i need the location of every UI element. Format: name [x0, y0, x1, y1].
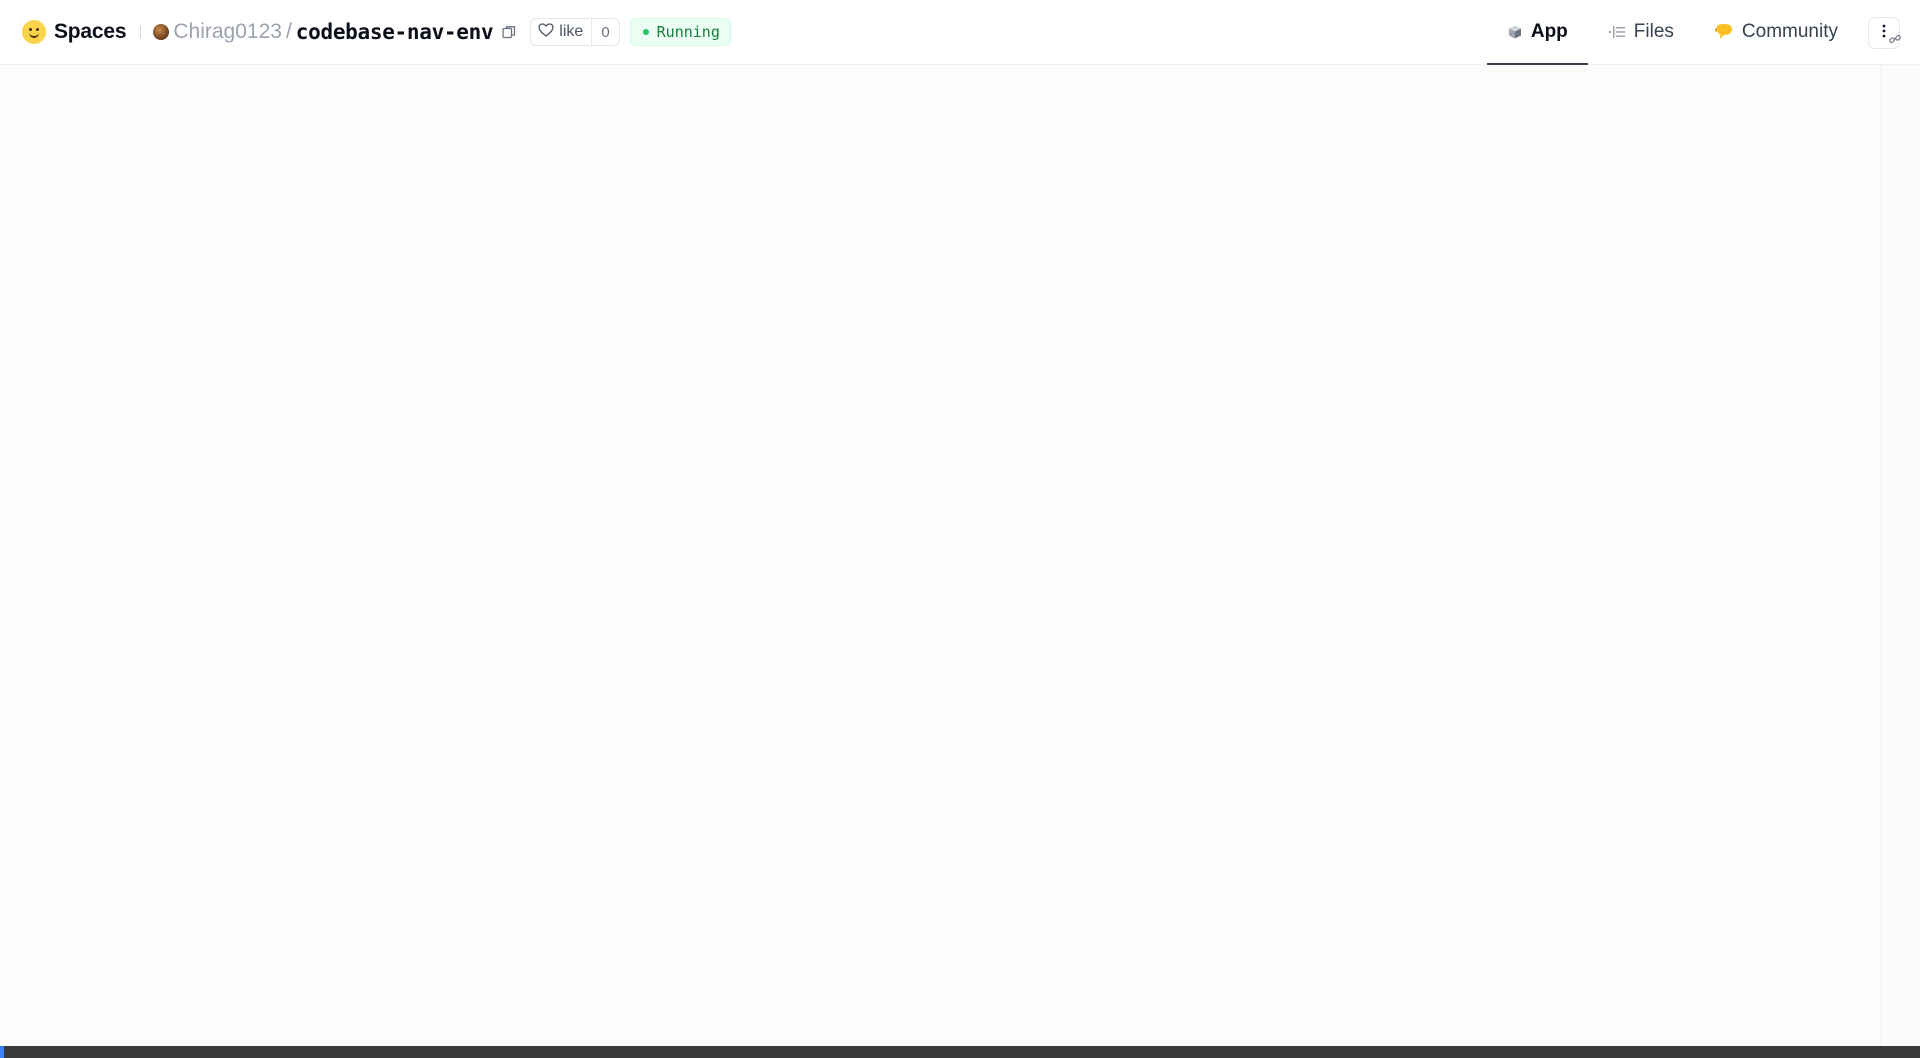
like-widget: like 0: [530, 18, 620, 46]
space-tabs: App Files Community: [1486, 0, 1920, 65]
owner-link[interactable]: Chirag0123: [173, 20, 282, 44]
status-label: Running: [656, 23, 720, 41]
space-header: Spaces Chirag0123 / codebase-nav-env lik…: [0, 0, 731, 64]
tab-files-label: Files: [1633, 21, 1674, 42]
link-icon: [1888, 32, 1902, 51]
like-label: like: [559, 23, 584, 40]
spaces-link[interactable]: Spaces: [54, 20, 127, 44]
app-iframe-area[interactable]: [0, 65, 1880, 1046]
app-scroll-gutter: [1880, 65, 1920, 1046]
community-icon: [1714, 23, 1734, 41]
tab-community[interactable]: Community: [1694, 0, 1858, 64]
status-dot-icon: [642, 29, 649, 35]
copy-icon[interactable]: [502, 25, 516, 39]
path-separator: /: [285, 20, 292, 43]
more-vertical-icon: [1882, 24, 1886, 43]
bottom-accent-marker: [0, 1046, 4, 1058]
bottom-status-bar: [0, 1046, 1920, 1058]
spaces-logo-icon[interactable]: [22, 20, 46, 44]
like-button[interactable]: like: [531, 19, 591, 45]
more-options-button[interactable]: [1868, 17, 1902, 51]
tab-community-label: Community: [1741, 21, 1838, 42]
like-count[interactable]: 0: [591, 19, 618, 45]
avatar[interactable]: [153, 24, 170, 40]
header-divider: [140, 26, 142, 38]
top-navigation-bar: Spaces Chirag0123 / codebase-nav-env lik…: [0, 0, 1920, 65]
tab-app-label: App: [1530, 21, 1568, 42]
status-badge[interactable]: Running: [629, 18, 731, 46]
cube-icon: [1507, 24, 1523, 40]
files-icon: [1608, 24, 1626, 40]
tab-files[interactable]: Files: [1588, 0, 1694, 64]
heart-icon: [538, 22, 559, 42]
space-name-link[interactable]: codebase-nav-env: [296, 20, 494, 44]
tab-app[interactable]: App: [1486, 0, 1588, 65]
